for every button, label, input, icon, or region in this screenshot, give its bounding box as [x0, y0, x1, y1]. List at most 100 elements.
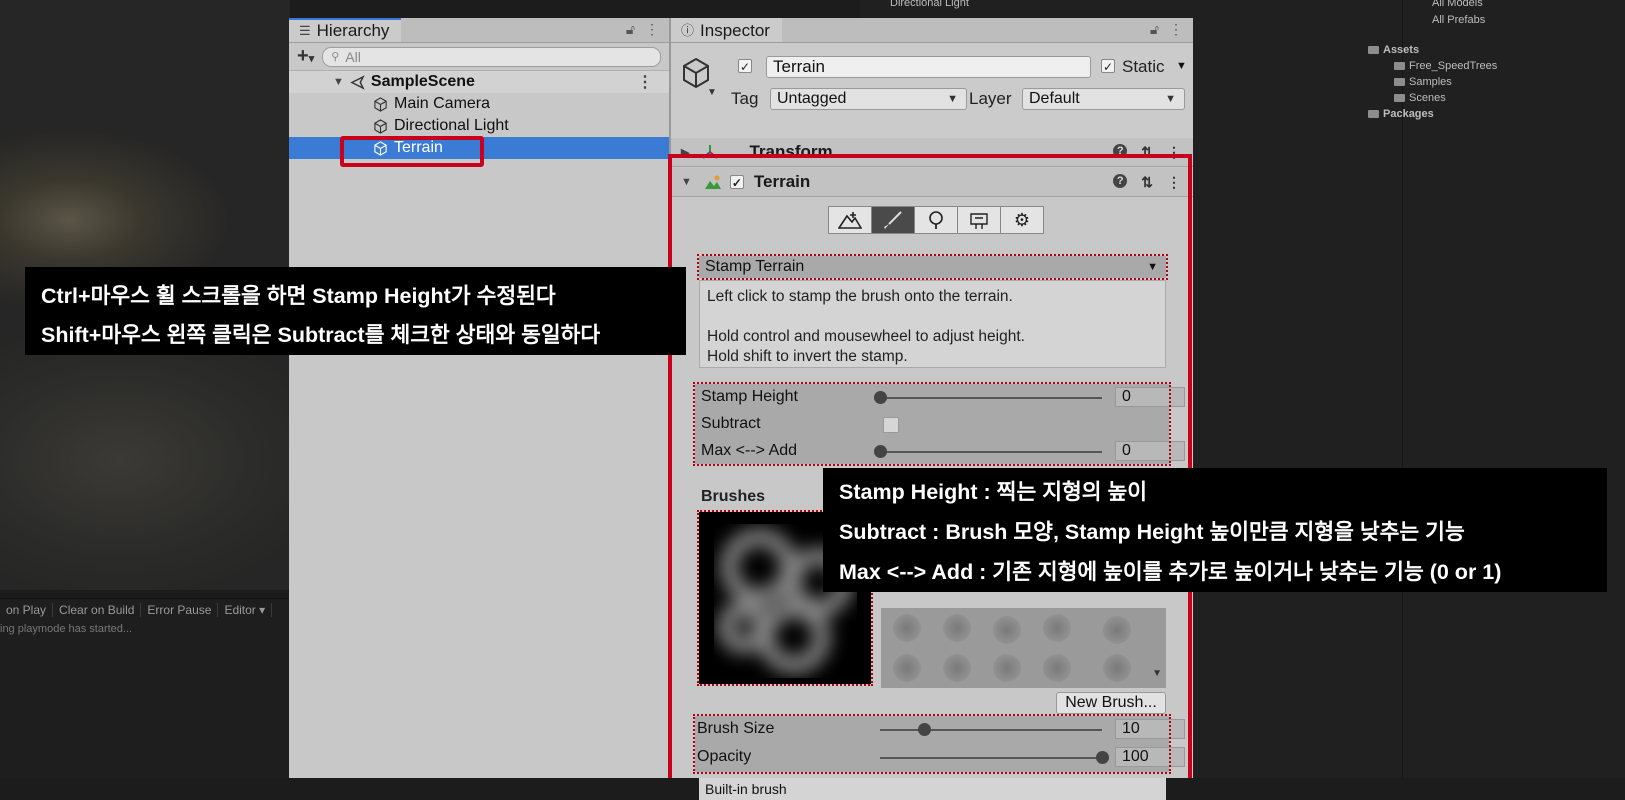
preset-icon[interactable]: ⇅: [1141, 144, 1153, 161]
tool-terrain-settings[interactable]: ⚙: [1000, 206, 1044, 234]
console-button-error-pause[interactable]: Error Pause: [141, 603, 219, 617]
static-checkbox[interactable]: ✓: [1101, 59, 1115, 74]
static-label: Static: [1122, 57, 1165, 76]
folder-icon: [1368, 110, 1379, 119]
info-icon: ⓘ: [681, 23, 695, 38]
brush-library-grid[interactable]: ▼: [881, 608, 1166, 688]
tree-icon: [929, 211, 943, 229]
component-transform-title: Transform: [749, 142, 833, 161]
tree-row-directional-light[interactable]: Directional Light: [289, 115, 669, 137]
chevron-right-icon[interactable]: ▶: [681, 146, 689, 159]
console-button-editor[interactable]: Editor ▾: [218, 603, 273, 617]
terrain-enabled-checkbox[interactable]: ✓: [729, 175, 744, 190]
brush-params-dotted-highlight: [693, 714, 1171, 774]
project-panel: All Models All Prefabs Assets Free_Speed…: [1192, 0, 1625, 778]
transform-axes-icon: [702, 145, 719, 159]
paintbrush-icon: [884, 211, 902, 229]
help-box: Left click to stamp the brush onto the t…: [699, 280, 1166, 368]
brush-thumbnail[interactable]: [1043, 614, 1071, 642]
search-placeholder: All: [345, 48, 361, 65]
scene-top-strip: Directional Light: [860, 0, 1192, 18]
tool-raise-terrain[interactable]: [828, 206, 872, 234]
brush-thumbnail[interactable]: [893, 654, 921, 682]
chevron-down-icon[interactable]: ▼: [1176, 60, 1187, 72]
kebab-menu-icon[interactable]: ⋮: [1167, 174, 1181, 191]
project-folder-samples[interactable]: Samples: [1394, 76, 1452, 88]
terrain-component-icon: [704, 175, 721, 189]
brush-thumbnail[interactable]: [1043, 654, 1071, 682]
hierarchy-search-input[interactable]: ⚲ All: [322, 46, 661, 67]
project-folder-scenes[interactable]: Scenes: [1394, 92, 1446, 104]
layer-label: Layer: [969, 89, 1012, 108]
tool-paint-details[interactable]: [957, 206, 1001, 234]
object-name-input[interactable]: Terrain: [766, 56, 1091, 78]
tab-inspector[interactable]: ⓘ Inspector: [671, 18, 782, 42]
inspector-panel: ⓘ Inspector 🔓︎ ⋮ ▼ ✓ Terrain ✓ Static ▼ …: [670, 18, 1193, 800]
list-icon: ☰: [299, 23, 311, 38]
inspector-tab-icons: 🔓︎ ⋮: [1150, 21, 1183, 38]
console-panel: on Play Clear on Build Error Pause Edito…: [0, 598, 290, 779]
project-folder-label: Samples: [1409, 76, 1452, 88]
brush-thumbnail[interactable]: [993, 616, 1021, 644]
chevron-down-icon[interactable]: ▼: [681, 176, 692, 188]
component-terrain-header[interactable]: ▼ ✓ Terrain ? ⇅ ⋮: [671, 168, 1193, 197]
chevron-down-icon[interactable]: ▼: [1152, 668, 1162, 679]
project-folder-speedtrees[interactable]: Free_SpeedTrees: [1394, 60, 1497, 72]
brushes-label: Brushes: [701, 488, 766, 505]
project-folder-packages-label: Packages: [1383, 108, 1434, 120]
kebab-menu-icon[interactable]: ⋮: [1169, 21, 1183, 38]
project-folder-assets[interactable]: Assets: [1368, 44, 1419, 56]
mountain-icon: [838, 212, 862, 229]
brush-thumbnail[interactable]: [1103, 654, 1131, 682]
kebab-menu-icon[interactable]: ⋮: [1167, 144, 1181, 161]
tag-label: Tag: [731, 89, 759, 108]
brush-thumbnail[interactable]: [943, 614, 971, 642]
kebab-menu-icon[interactable]: ⋮: [645, 21, 659, 38]
new-brush-button[interactable]: New Brush...: [1056, 692, 1166, 714]
component-terrain-title: Terrain: [753, 172, 811, 191]
gameobject-cube-icon: [374, 96, 387, 112]
tree-row-scene[interactable]: ▼ SampleScene ⋮: [289, 71, 669, 93]
tool-paint-trees[interactable]: [914, 206, 958, 234]
layer-dropdown[interactable]: Default ▼: [1022, 88, 1185, 110]
tool-paint-terrain[interactable]: [871, 206, 915, 234]
component-transform-header[interactable]: ▶ Transform ? ⇅ ⋮: [671, 138, 1193, 167]
builtin-brush-label: Built-in brush: [699, 778, 1166, 800]
tab-hierarchy-label: Hierarchy: [316, 21, 390, 40]
chevron-down-icon[interactable]: ▼: [707, 87, 717, 98]
hierarchy-panel: ☰ Hierarchy 🔓︎ ⋮ +▾ ⚲ All ▼ SampleScene …: [289, 18, 670, 778]
brush-thumbnail[interactable]: [893, 614, 921, 642]
lock-icon[interactable]: 🔓︎: [626, 21, 635, 38]
tree-row-main-camera[interactable]: Main Camera: [289, 93, 669, 115]
console-button-play[interactable]: on Play: [0, 603, 54, 617]
help-line: Left click to stamp the brush onto the t…: [707, 288, 1013, 305]
brush-thumbnail[interactable]: [993, 654, 1021, 682]
lock-icon[interactable]: 🔓︎: [1150, 21, 1159, 38]
project-item-all-models[interactable]: All Models: [1432, 0, 1483, 9]
project-folder-packages[interactable]: Packages: [1368, 108, 1434, 120]
brush-thumbnail[interactable]: [943, 654, 971, 682]
caption-line: Stamp Height : 찍는 지형의 높이: [839, 480, 1148, 504]
preset-icon[interactable]: ⇅: [1141, 174, 1153, 191]
brush-thumbnail[interactable]: [1103, 616, 1131, 644]
tab-hierarchy[interactable]: ☰ Hierarchy: [289, 18, 402, 42]
chevron-down-icon: ▼: [947, 93, 958, 105]
console-button-clear-on-build[interactable]: Clear on Build: [53, 603, 142, 617]
unity-scene-icon: [350, 74, 365, 90]
folder-icon: [1368, 46, 1379, 55]
help-icon[interactable]: ?: [1113, 143, 1128, 158]
add-object-button[interactable]: +▾: [297, 45, 314, 68]
gameobject-cube-icon: [683, 57, 709, 89]
scene-label-directional-light: Directional Light: [890, 0, 969, 9]
help-icon[interactable]: ?: [1113, 173, 1128, 188]
object-header: ▼ ✓ Terrain ✓ Static ▼ Tag Untagged ▼ Lay…: [671, 43, 1193, 140]
kebab-menu-icon[interactable]: ⋮: [637, 72, 653, 92]
project-folder-label: Free_SpeedTrees: [1409, 60, 1498, 72]
tag-value: Untagged: [777, 90, 847, 107]
chevron-down-icon[interactable]: ▼: [333, 76, 344, 88]
active-checkbox[interactable]: ✓: [738, 59, 752, 74]
hierarchy-tab-icons: 🔓︎ ⋮: [626, 21, 659, 38]
tag-dropdown[interactable]: Untagged ▼: [770, 88, 967, 110]
folder-icon: [1394, 78, 1405, 87]
project-item-all-prefabs[interactable]: All Prefabs: [1432, 14, 1485, 26]
